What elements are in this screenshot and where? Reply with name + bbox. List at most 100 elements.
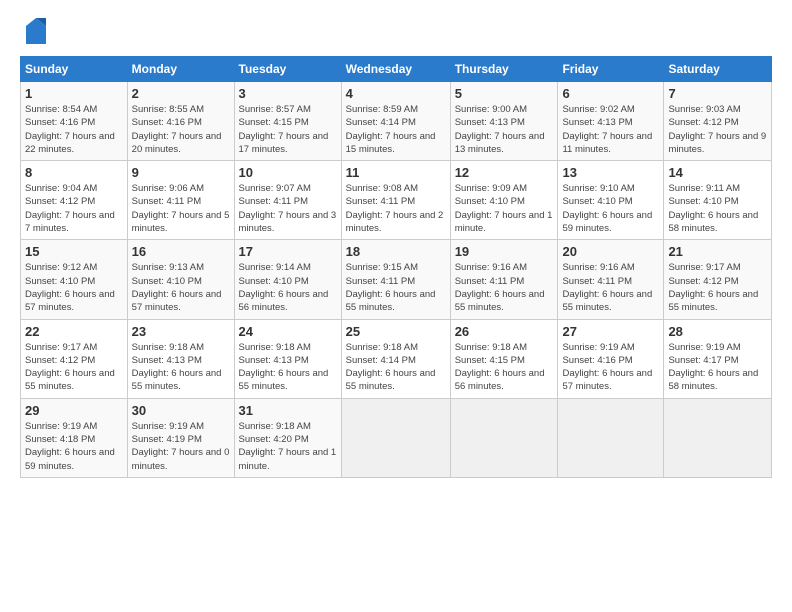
- day-info: Sunrise: 9:12 AM Sunset: 4:10 PM Dayligh…: [25, 261, 123, 314]
- day-number: 13: [562, 165, 659, 180]
- calendar-cell: 22 Sunrise: 9:17 AM Sunset: 4:12 PM Dayl…: [21, 319, 128, 398]
- day-number: 12: [455, 165, 554, 180]
- day-info: Sunrise: 9:18 AM Sunset: 4:15 PM Dayligh…: [455, 341, 554, 394]
- calendar-cell: 4 Sunrise: 8:59 AM Sunset: 4:14 PM Dayli…: [341, 82, 450, 161]
- day-info: Sunrise: 9:19 AM Sunset: 4:18 PM Dayligh…: [25, 420, 123, 473]
- day-info: Sunrise: 8:55 AM Sunset: 4:16 PM Dayligh…: [132, 103, 230, 156]
- calendar-cell: 25 Sunrise: 9:18 AM Sunset: 4:14 PM Dayl…: [341, 319, 450, 398]
- calendar-cell: 9 Sunrise: 9:06 AM Sunset: 4:11 PM Dayli…: [127, 161, 234, 240]
- calendar-cell: 26 Sunrise: 9:18 AM Sunset: 4:15 PM Dayl…: [450, 319, 558, 398]
- day-number: 14: [668, 165, 767, 180]
- day-number: 16: [132, 244, 230, 259]
- calendar-cell: 3 Sunrise: 8:57 AM Sunset: 4:15 PM Dayli…: [234, 82, 341, 161]
- day-number: 4: [346, 86, 446, 101]
- day-header-wednesday: Wednesday: [341, 57, 450, 82]
- day-number: 26: [455, 324, 554, 339]
- day-info: Sunrise: 9:18 AM Sunset: 4:13 PM Dayligh…: [132, 341, 230, 394]
- day-info: Sunrise: 9:16 AM Sunset: 4:11 PM Dayligh…: [455, 261, 554, 314]
- calendar-cell: 19 Sunrise: 9:16 AM Sunset: 4:11 PM Dayl…: [450, 240, 558, 319]
- day-number: 21: [668, 244, 767, 259]
- day-info: Sunrise: 9:17 AM Sunset: 4:12 PM Dayligh…: [668, 261, 767, 314]
- day-header-monday: Monday: [127, 57, 234, 82]
- main-container: SundayMondayTuesdayWednesdayThursdayFrid…: [0, 0, 792, 488]
- day-info: Sunrise: 9:15 AM Sunset: 4:11 PM Dayligh…: [346, 261, 446, 314]
- calendar-cell: 21 Sunrise: 9:17 AM Sunset: 4:12 PM Dayl…: [664, 240, 772, 319]
- calendar-week-row: 29 Sunrise: 9:19 AM Sunset: 4:18 PM Dayl…: [21, 398, 772, 477]
- day-number: 27: [562, 324, 659, 339]
- calendar-cell: 27 Sunrise: 9:19 AM Sunset: 4:16 PM Dayl…: [558, 319, 664, 398]
- day-header-saturday: Saturday: [664, 57, 772, 82]
- day-number: 8: [25, 165, 123, 180]
- calendar-cell: 10 Sunrise: 9:07 AM Sunset: 4:11 PM Dayl…: [234, 161, 341, 240]
- day-info: Sunrise: 9:19 AM Sunset: 4:17 PM Dayligh…: [668, 341, 767, 394]
- calendar-cell: 16 Sunrise: 9:13 AM Sunset: 4:10 PM Dayl…: [127, 240, 234, 319]
- day-info: Sunrise: 8:57 AM Sunset: 4:15 PM Dayligh…: [239, 103, 337, 156]
- day-header-tuesday: Tuesday: [234, 57, 341, 82]
- calendar-cell: [558, 398, 664, 477]
- day-info: Sunrise: 9:08 AM Sunset: 4:11 PM Dayligh…: [346, 182, 446, 235]
- day-number: 25: [346, 324, 446, 339]
- day-number: 23: [132, 324, 230, 339]
- calendar-week-row: 15 Sunrise: 9:12 AM Sunset: 4:10 PM Dayl…: [21, 240, 772, 319]
- day-number: 31: [239, 403, 337, 418]
- calendar-cell: 14 Sunrise: 9:11 AM Sunset: 4:10 PM Dayl…: [664, 161, 772, 240]
- calendar-table: SundayMondayTuesdayWednesdayThursdayFrid…: [20, 56, 772, 478]
- calendar-cell: 15 Sunrise: 9:12 AM Sunset: 4:10 PM Dayl…: [21, 240, 128, 319]
- calendar-cell: 23 Sunrise: 9:18 AM Sunset: 4:13 PM Dayl…: [127, 319, 234, 398]
- day-number: 5: [455, 86, 554, 101]
- day-info: Sunrise: 9:18 AM Sunset: 4:14 PM Dayligh…: [346, 341, 446, 394]
- day-number: 18: [346, 244, 446, 259]
- calendar-cell: 17 Sunrise: 9:14 AM Sunset: 4:10 PM Dayl…: [234, 240, 341, 319]
- calendar-cell: [664, 398, 772, 477]
- calendar-cell: 29 Sunrise: 9:19 AM Sunset: 4:18 PM Dayl…: [21, 398, 128, 477]
- calendar-week-row: 8 Sunrise: 9:04 AM Sunset: 4:12 PM Dayli…: [21, 161, 772, 240]
- day-number: 11: [346, 165, 446, 180]
- header-row: [20, 16, 772, 46]
- calendar-cell: 1 Sunrise: 8:54 AM Sunset: 4:16 PM Dayli…: [21, 82, 128, 161]
- day-info: Sunrise: 9:07 AM Sunset: 4:11 PM Dayligh…: [239, 182, 337, 235]
- day-info: Sunrise: 8:54 AM Sunset: 4:16 PM Dayligh…: [25, 103, 123, 156]
- day-info: Sunrise: 9:04 AM Sunset: 4:12 PM Dayligh…: [25, 182, 123, 235]
- day-number: 2: [132, 86, 230, 101]
- day-info: Sunrise: 9:06 AM Sunset: 4:11 PM Dayligh…: [132, 182, 230, 235]
- day-info: Sunrise: 9:03 AM Sunset: 4:12 PM Dayligh…: [668, 103, 767, 156]
- day-number: 17: [239, 244, 337, 259]
- day-info: Sunrise: 9:13 AM Sunset: 4:10 PM Dayligh…: [132, 261, 230, 314]
- day-info: Sunrise: 9:11 AM Sunset: 4:10 PM Dayligh…: [668, 182, 767, 235]
- day-number: 22: [25, 324, 123, 339]
- day-number: 10: [239, 165, 337, 180]
- day-number: 3: [239, 86, 337, 101]
- day-header-friday: Friday: [558, 57, 664, 82]
- calendar-cell: 31 Sunrise: 9:18 AM Sunset: 4:20 PM Dayl…: [234, 398, 341, 477]
- day-info: Sunrise: 9:02 AM Sunset: 4:13 PM Dayligh…: [562, 103, 659, 156]
- calendar-cell: 30 Sunrise: 9:19 AM Sunset: 4:19 PM Dayl…: [127, 398, 234, 477]
- calendar-cell: [341, 398, 450, 477]
- day-number: 30: [132, 403, 230, 418]
- day-info: Sunrise: 9:09 AM Sunset: 4:10 PM Dayligh…: [455, 182, 554, 235]
- day-info: Sunrise: 8:59 AM Sunset: 4:14 PM Dayligh…: [346, 103, 446, 156]
- calendar-cell: 28 Sunrise: 9:19 AM Sunset: 4:17 PM Dayl…: [664, 319, 772, 398]
- day-number: 19: [455, 244, 554, 259]
- day-info: Sunrise: 9:18 AM Sunset: 4:13 PM Dayligh…: [239, 341, 337, 394]
- calendar-cell: 18 Sunrise: 9:15 AM Sunset: 4:11 PM Dayl…: [341, 240, 450, 319]
- day-number: 15: [25, 244, 123, 259]
- calendar-week-row: 22 Sunrise: 9:17 AM Sunset: 4:12 PM Dayl…: [21, 319, 772, 398]
- day-header-sunday: Sunday: [21, 57, 128, 82]
- day-number: 7: [668, 86, 767, 101]
- day-header-thursday: Thursday: [450, 57, 558, 82]
- day-number: 6: [562, 86, 659, 101]
- calendar-cell: 8 Sunrise: 9:04 AM Sunset: 4:12 PM Dayli…: [21, 161, 128, 240]
- calendar-cell: 24 Sunrise: 9:18 AM Sunset: 4:13 PM Dayl…: [234, 319, 341, 398]
- day-number: 1: [25, 86, 123, 101]
- day-number: 28: [668, 324, 767, 339]
- day-number: 9: [132, 165, 230, 180]
- day-info: Sunrise: 9:00 AM Sunset: 4:13 PM Dayligh…: [455, 103, 554, 156]
- day-info: Sunrise: 9:16 AM Sunset: 4:11 PM Dayligh…: [562, 261, 659, 314]
- day-info: Sunrise: 9:10 AM Sunset: 4:10 PM Dayligh…: [562, 182, 659, 235]
- calendar-week-row: 1 Sunrise: 8:54 AM Sunset: 4:16 PM Dayli…: [21, 82, 772, 161]
- day-number: 20: [562, 244, 659, 259]
- day-number: 24: [239, 324, 337, 339]
- calendar-cell: [450, 398, 558, 477]
- day-info: Sunrise: 9:18 AM Sunset: 4:20 PM Dayligh…: [239, 420, 337, 473]
- calendar-cell: 11 Sunrise: 9:08 AM Sunset: 4:11 PM Dayl…: [341, 161, 450, 240]
